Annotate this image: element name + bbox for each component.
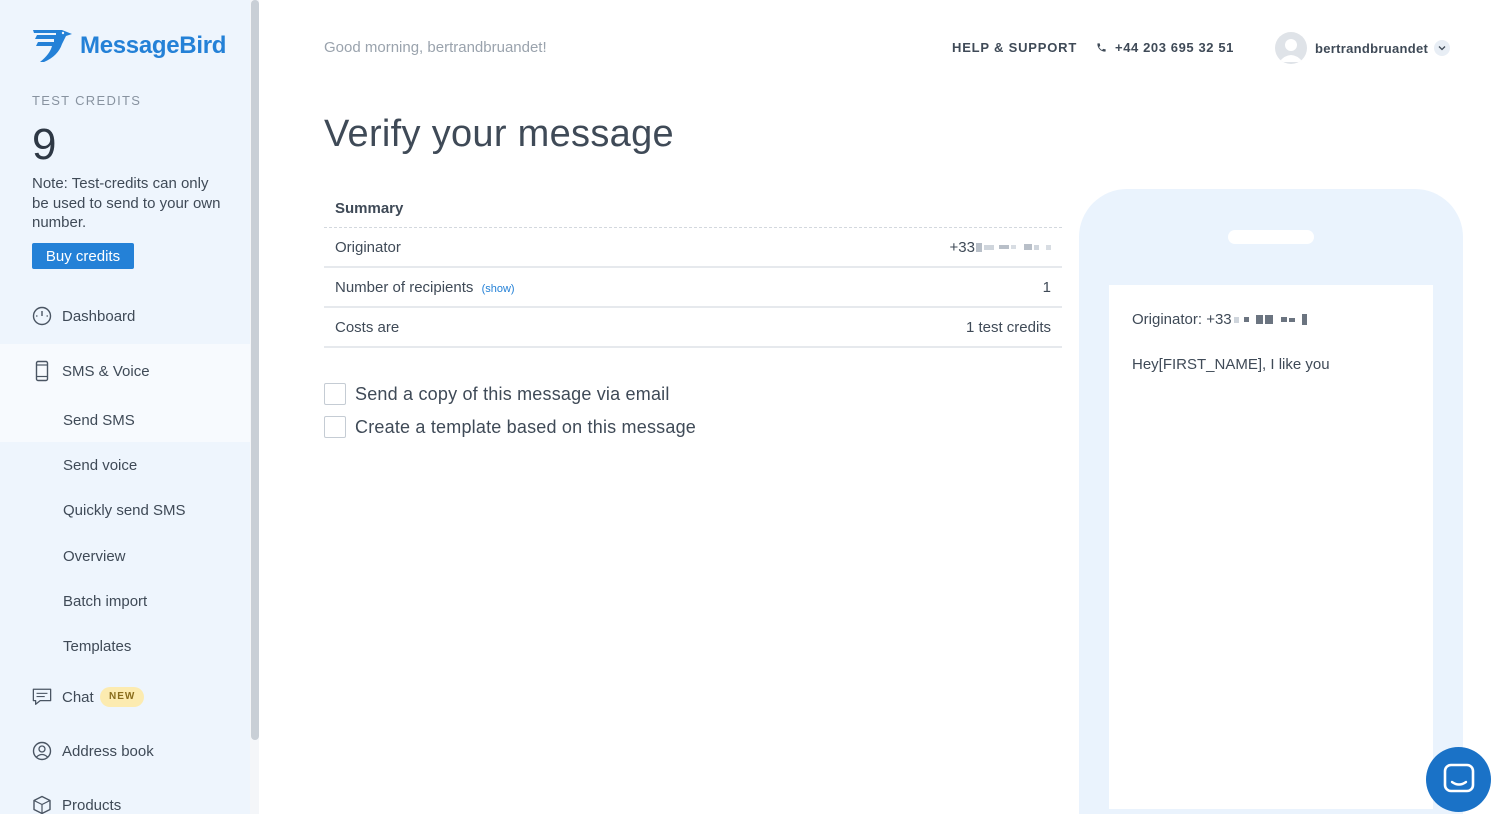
preview-originator-label: Originator: +33 — [1132, 311, 1232, 328]
phone-screen: Originator: +33 Hey[FIRST_NAME], I like … — [1109, 285, 1433, 809]
summary-heading: Summary — [335, 200, 404, 217]
avatar — [1275, 32, 1307, 64]
page-title: Verify your message — [324, 113, 674, 155]
nav-address-book[interactable]: Address book — [0, 738, 250, 764]
credits-label: TEST CREDITS — [32, 93, 142, 108]
box-icon — [32, 795, 52, 814]
gauge-icon — [32, 306, 52, 326]
summary-table: Summary Originator +33 Number of recipie… — [324, 190, 1062, 348]
phone-icon — [1096, 42, 1107, 53]
credits-value: 9 — [32, 120, 57, 169]
subnav-quickly-send-sms[interactable]: Quickly send SMS — [0, 488, 250, 532]
template-option[interactable]: Create a template based on this message — [324, 416, 696, 438]
mobile-phone-icon — [32, 360, 52, 382]
chat-launcher-button[interactable] — [1426, 747, 1491, 812]
summary-heading-row: Summary — [324, 190, 1062, 228]
chat-bubble-icon — [32, 687, 52, 707]
nav-products-label: Products — [62, 796, 122, 814]
subnav-label: Send SMS — [63, 411, 135, 429]
subnav-label: Overview — [63, 547, 126, 565]
support-phone-number: +44 203 695 32 51 — [1115, 40, 1234, 55]
redacted-number — [1233, 314, 1307, 325]
subnav-label: Send voice — [63, 456, 138, 474]
sidebar-scrollbar-thumb[interactable] — [251, 0, 259, 740]
nav-chat[interactable]: Chat NEW — [0, 684, 250, 710]
phone-preview: Originator: +33 Hey[FIRST_NAME], I like … — [1079, 189, 1463, 814]
recipients-value: 1 — [1042, 278, 1051, 296]
chevron-down-icon[interactable] — [1434, 40, 1451, 56]
nav-dashboard[interactable]: Dashboard — [0, 303, 250, 329]
summary-label: Number of recipients — [335, 278, 474, 296]
nav-address-book-label: Address book — [62, 742, 154, 760]
support-phone[interactable]: +44 203 695 32 51 — [1096, 40, 1234, 55]
credits-note: Note: Test-credits can only be used to s… — [32, 175, 221, 231]
chat-launcher-icon — [1443, 763, 1474, 792]
subnav-label: Templates — [63, 637, 132, 655]
subnav-overview[interactable]: Overview — [0, 534, 250, 578]
email-copy-option[interactable]: Send a copy of this message via email — [324, 383, 670, 405]
logo-text: MessageBird — [80, 32, 227, 59]
template-checkbox[interactable] — [324, 416, 346, 438]
subnav-send-voice[interactable]: Send voice — [0, 443, 250, 487]
messagebird-bird-icon — [33, 30, 72, 62]
subnav-label: Quickly send SMS — [63, 501, 186, 519]
new-badge: NEW — [100, 687, 145, 707]
sidebar-scrollbar[interactable] — [250, 0, 259, 814]
help-support-link[interactable]: HELP & SUPPORT — [952, 40, 1077, 55]
originator-value: +33 — [950, 239, 1051, 256]
preview-message-body: Hey[FIRST_NAME], I like you — [1132, 356, 1330, 373]
preview-originator: Originator: +33 — [1132, 311, 1307, 328]
buy-credits-button[interactable]: Buy credits — [32, 243, 134, 269]
subnav-label: Batch import — [63, 592, 148, 610]
redacted-number — [976, 242, 1051, 252]
nav-chat-label: Chat — [62, 688, 94, 706]
username: bertrandbruandet — [1315, 40, 1429, 56]
email-copy-label: Send a copy of this message via email — [355, 383, 670, 404]
summary-label: Originator — [335, 238, 401, 256]
messagebird-logo[interactable]: MessageBird — [32, 28, 226, 64]
summary-label: Costs are — [335, 318, 400, 336]
originator-prefix: +33 — [949, 238, 975, 256]
template-label: Create a template based on this message — [355, 416, 696, 437]
user-circle-icon — [32, 741, 52, 761]
summary-label-group: Number of recipients (show) — [335, 279, 515, 296]
email-copy-checkbox[interactable] — [324, 383, 346, 405]
summary-row-costs: Costs are 1 test credits — [324, 308, 1062, 348]
nav-dashboard-label: Dashboard — [62, 307, 136, 325]
greeting-text: Good morning, bertrandbruandet! — [324, 39, 547, 56]
show-recipients-link[interactable]: (show) — [482, 283, 515, 295]
sidebar: MessageBird TEST CREDITS 9 Note: Test-cr… — [0, 0, 250, 814]
nav-sms-voice-label: SMS & Voice — [62, 362, 150, 380]
nav-products[interactable]: Products — [0, 792, 250, 814]
nav-sms-voice[interactable]: SMS & Voice — [0, 344, 250, 398]
summary-row-originator: Originator +33 — [324, 228, 1062, 268]
subnav-templates[interactable]: Templates — [0, 624, 250, 668]
subnav-batch-import[interactable]: Batch import — [0, 579, 250, 623]
costs-value: 1 test credits — [965, 318, 1051, 336]
subnav-send-sms[interactable]: Send SMS — [0, 398, 250, 442]
summary-row-recipients: Number of recipients (show) 1 — [324, 268, 1062, 308]
user-menu[interactable]: bertrandbruandet — [1275, 32, 1451, 64]
phone-speaker — [1228, 230, 1314, 244]
